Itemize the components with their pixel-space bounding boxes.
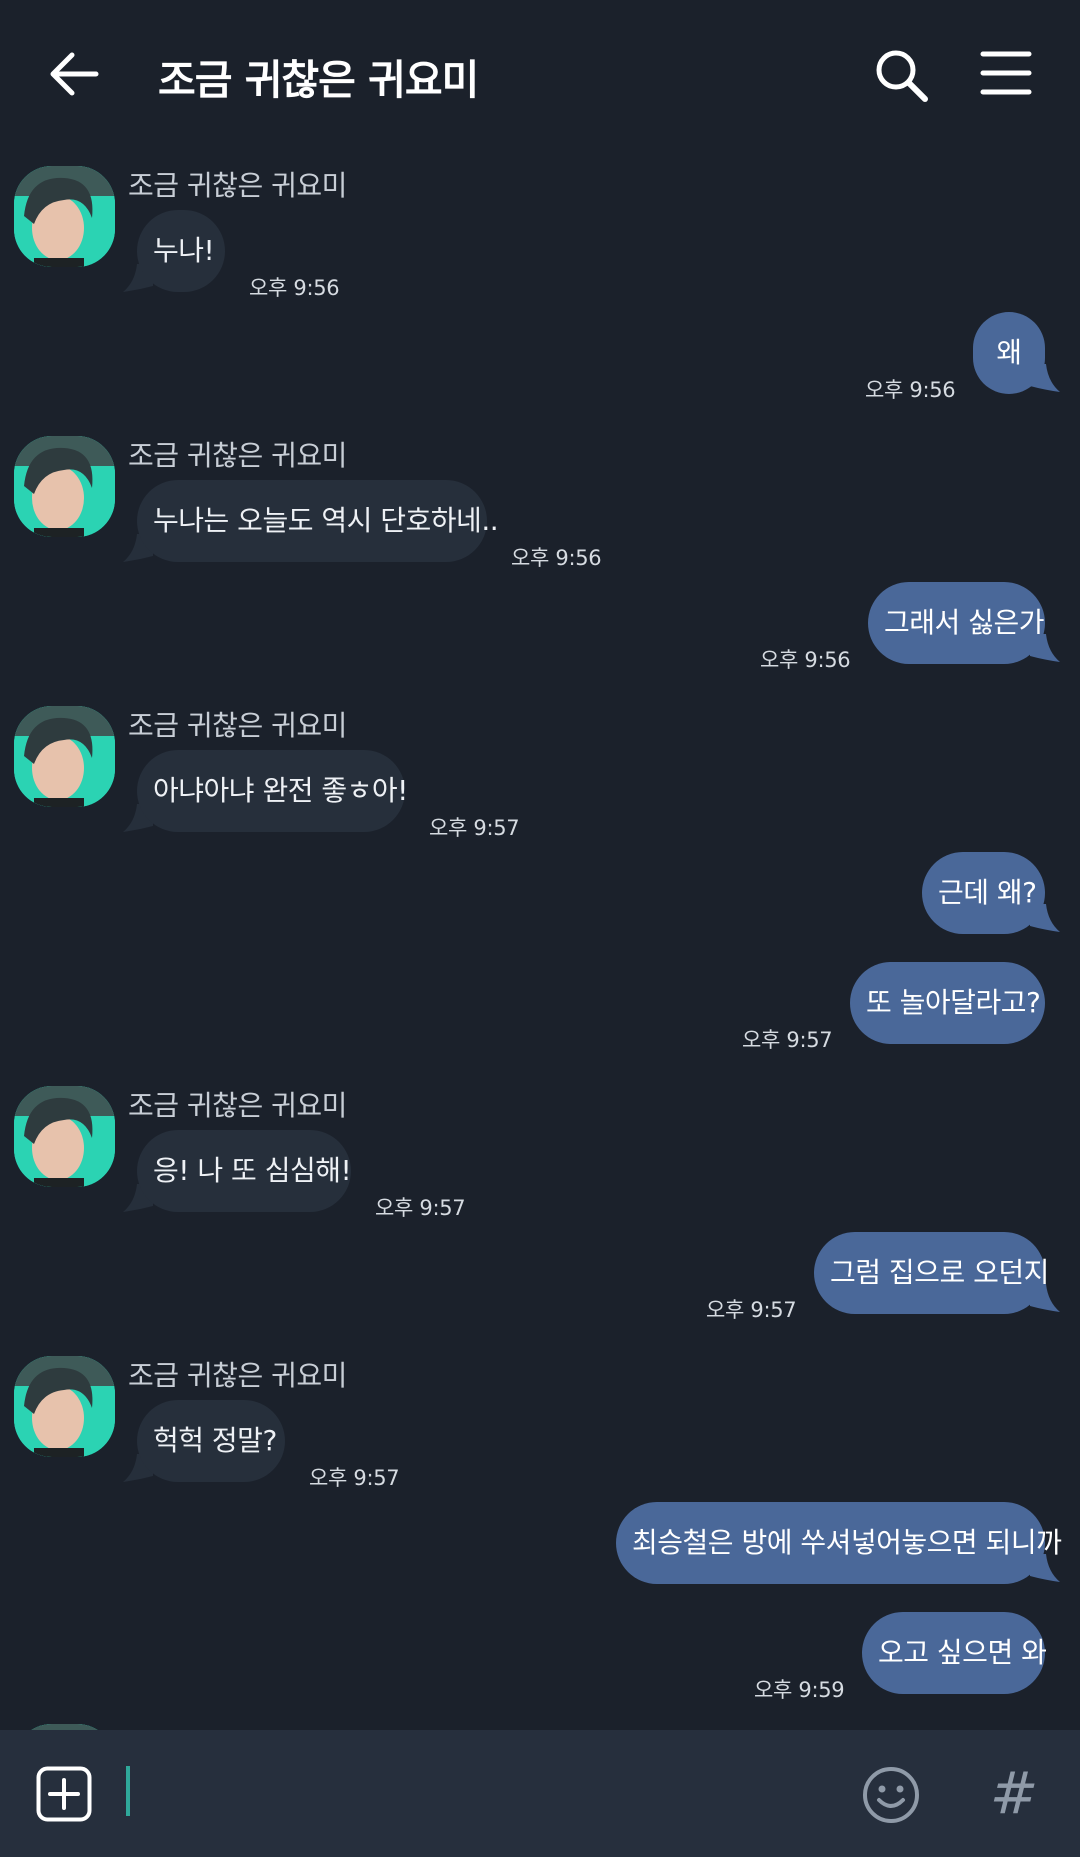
message-time: 오후 9:57 <box>429 816 520 840</box>
message-bubble[interactable]: 누나는 오늘도 역시 단호하네.. <box>137 480 499 562</box>
message-time: 오후 9:56 <box>249 276 340 300</box>
message-bubble[interactable]: 헉헉 정말? <box>137 1400 285 1482</box>
message-bubble[interactable]: 최승철은 방에 쑤셔넣어놓으면 되니까 <box>616 1502 1062 1584</box>
message-time: 오후 9:59 <box>754 1678 845 1702</box>
message-list[interactable]: 조금 귀찮은 귀요미 누나! 오후 9:56 왜 오후 9:56 조금 귀찮은 … <box>0 148 1080 1730</box>
plus-square-icon <box>36 1766 92 1822</box>
message-bubble[interactable]: 오고 싶으면 와 <box>862 1612 1047 1694</box>
message-input[interactable] <box>134 1760 828 1828</box>
chat-title: 조금 귀찮은 귀요미 <box>158 56 479 104</box>
smiley-icon <box>863 1767 919 1823</box>
composer-bar: # <box>0 1730 1080 1857</box>
message-time: 오후 9:57 <box>309 1466 400 1490</box>
chat-header: 조금 귀찮은 귀요미 <box>0 0 1080 148</box>
avatar-image <box>14 1086 115 1187</box>
message-time: 오후 9:57 <box>375 1196 466 1220</box>
menu-button[interactable] <box>980 48 1032 98</box>
message-time: 오후 9:56 <box>511 546 602 570</box>
hashtag-icon: # <box>989 1759 1039 1827</box>
avatar-image <box>14 1356 115 1457</box>
hamburger-menu-icon <box>980 51 1032 95</box>
bubble-tail <box>1030 364 1060 392</box>
message-time: 오후 9:56 <box>760 648 851 672</box>
avatar-image <box>14 166 115 267</box>
bubble-tail <box>1030 904 1060 932</box>
avatar[interactable] <box>14 1086 115 1187</box>
avatar[interactable] <box>14 436 115 537</box>
emoji-button[interactable] <box>862 1766 920 1824</box>
add-attachment-button[interactable] <box>36 1766 92 1822</box>
sender-name: 조금 귀찮은 귀요미 <box>128 169 347 202</box>
hashtag-button[interactable]: # <box>984 1760 1044 1826</box>
message-time: 오후 9:57 <box>742 1028 833 1052</box>
bubble-tail <box>1030 1554 1060 1582</box>
back-button[interactable] <box>44 44 104 104</box>
sender-name: 조금 귀찮은 귀요미 <box>128 709 347 742</box>
message-bubble[interactable]: 그래서 싫은가 <box>868 582 1045 664</box>
message-time: 오후 9:56 <box>865 378 956 402</box>
sender-name: 조금 귀찮은 귀요미 <box>128 1359 347 1392</box>
message-time: 오후 9:57 <box>706 1298 797 1322</box>
search-icon <box>876 50 928 102</box>
sender-name: 조금 귀찮은 귀요미 <box>128 439 347 472</box>
avatar-image <box>14 436 115 537</box>
message-bubble[interactable]: 응! 나 또 심심해! <box>137 1130 352 1212</box>
avatar[interactable] <box>14 1356 115 1457</box>
avatar[interactable] <box>14 706 115 807</box>
bubble-tail <box>1030 634 1060 662</box>
message-bubble[interactable]: 근데 왜? <box>922 852 1045 934</box>
avatar[interactable] <box>14 166 115 267</box>
search-button[interactable] <box>872 46 930 104</box>
message-bubble[interactable]: 또 놀아달라고? <box>850 962 1045 1044</box>
avatar-image <box>14 706 115 807</box>
text-cursor <box>126 1766 130 1816</box>
sender-name: 조금 귀찮은 귀요미 <box>128 1089 347 1122</box>
arrow-left-icon <box>50 52 99 96</box>
message-bubble[interactable]: 그럼 집으로 오던지 <box>814 1232 1049 1314</box>
message-bubble[interactable]: 아냐아냐 완전 좋ㅎ아! <box>137 750 408 832</box>
bubble-tail <box>1030 1284 1060 1312</box>
message-bubble[interactable]: 누나! <box>137 210 225 292</box>
